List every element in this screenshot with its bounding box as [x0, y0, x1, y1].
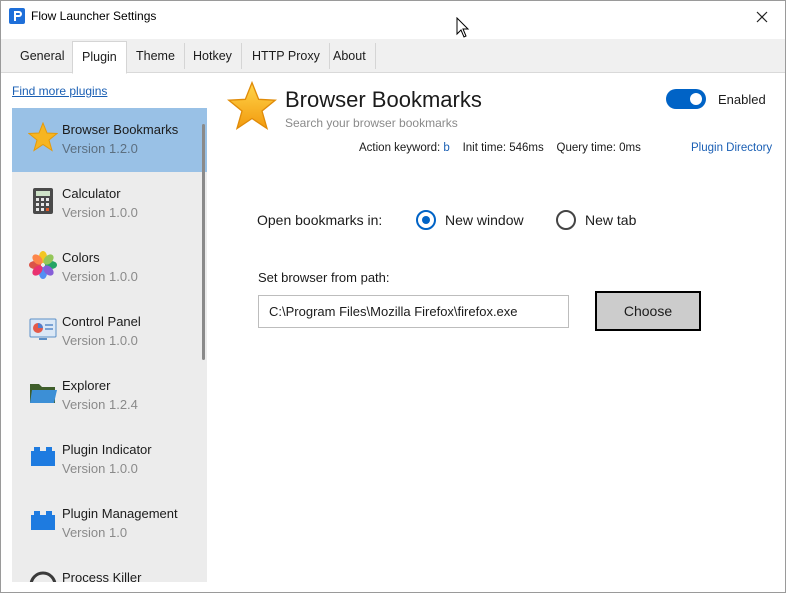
plugin-version: Version 1.2.4 [62, 397, 138, 412]
tab-about[interactable]: About [324, 43, 376, 69]
new-window-label[interactable]: New window [445, 212, 524, 228]
plugin-directory-link[interactable]: Plugin Directory [691, 142, 772, 154]
browser-path-label: Set browser from path: [258, 270, 390, 285]
plugin-item-browser-bookmarks[interactable]: Browser Bookmarks Version 1.2.0 [12, 108, 207, 172]
plugin-version: Version 1.0 [62, 525, 128, 540]
plugin-name: Colors [62, 250, 100, 265]
enabled-label: Enabled [718, 92, 766, 107]
action-keyword-value[interactable]: b [443, 142, 449, 154]
star-icon [227, 81, 277, 131]
plugin-name: Control Panel [62, 314, 141, 329]
plugin-title: Browser Bookmarks [285, 87, 482, 112]
plugin-item-plugin-indicator[interactable]: Plugin Indicator Version 1.0.0 [12, 428, 207, 492]
plugin-version: Version 1.0.0 [62, 205, 138, 220]
plugin-item-control-panel[interactable]: Control Panel Version 1.0.0 [12, 300, 207, 364]
action-keyword-label: Action keyword: [359, 142, 441, 154]
new-window-radio[interactable] [416, 210, 436, 230]
tab-plugin[interactable]: Plugin [72, 41, 127, 74]
control-panel-icon [29, 318, 57, 340]
plugin-list[interactable]: Browser Bookmarks Version 1.2.0 Calculat… [12, 108, 207, 582]
enabled-toggle[interactable] [666, 89, 706, 109]
tab-general[interactable]: General [11, 43, 75, 69]
new-tab-label[interactable]: New tab [585, 212, 636, 228]
star-icon [28, 122, 58, 152]
mouse-cursor-icon [456, 17, 470, 38]
plugin-name: Explorer [62, 378, 111, 393]
plugin-item-calculator[interactable]: Calculator Version 1.0.0 [12, 172, 207, 236]
settings-window: Flow Launcher Settings General Plugin Th… [0, 0, 786, 593]
tab-http-proxy[interactable]: HTTP Proxy [243, 43, 330, 69]
plugin-version: Version 1.0.0 [62, 269, 138, 284]
folder-icon [30, 384, 57, 403]
choose-button[interactable]: Choose [595, 291, 701, 331]
title-bar[interactable]: Flow Launcher Settings [1, 1, 785, 33]
open-bookmarks-label: Open bookmarks in: [257, 212, 383, 228]
plugin-version: Version 1.0.0 [62, 461, 138, 476]
find-more-plugins-link[interactable]: Find more plugins [12, 84, 107, 98]
query-time: Query time: 0ms [556, 142, 641, 154]
tab-strip: General Plugin Theme Hotkey HTTP Proxy A… [1, 39, 785, 74]
plugin-description: Search your browser bookmarks [285, 116, 458, 130]
plugin-list-scrollbar[interactable] [202, 124, 205, 360]
plugin-item-explorer[interactable]: Explorer Version 1.2.4 [12, 364, 207, 428]
plugin-version: Version 1.2.0 [62, 141, 138, 156]
plugin-item-colors[interactable]: Colors Version 1.0.0 [12, 236, 207, 300]
browser-path-input[interactable] [258, 295, 569, 328]
plugin-item-process-killer[interactable]: Process Killer [12, 556, 207, 582]
calculator-icon [33, 188, 53, 214]
window-title: Flow Launcher Settings [31, 9, 157, 23]
lego-block-icon [31, 511, 55, 530]
plugin-item-plugin-management[interactable]: Plugin Management Version 1.0 [12, 492, 207, 556]
plugin-name: Plugin Management [62, 506, 178, 521]
plugin-meta-row: Action keyword: b Init time: 546ms Query… [359, 142, 641, 154]
close-button[interactable] [739, 1, 785, 33]
lego-block-icon [31, 447, 55, 466]
colors-icon [29, 251, 57, 279]
process-killer-icon [29, 571, 57, 582]
plugin-name: Process Killer [62, 570, 142, 582]
close-icon [756, 11, 768, 23]
tab-hotkey[interactable]: Hotkey [184, 43, 242, 69]
toggle-knob [690, 93, 702, 105]
flow-launcher-app-icon [9, 8, 25, 24]
new-tab-radio[interactable] [556, 210, 576, 230]
plugin-name: Browser Bookmarks [62, 122, 179, 137]
plugin-version: Version 1.0.0 [62, 333, 138, 348]
tab-theme[interactable]: Theme [127, 43, 185, 69]
plugin-name: Plugin Indicator [62, 442, 152, 457]
plugin-name: Calculator [62, 186, 121, 201]
init-time: Init time: 546ms [462, 142, 544, 154]
